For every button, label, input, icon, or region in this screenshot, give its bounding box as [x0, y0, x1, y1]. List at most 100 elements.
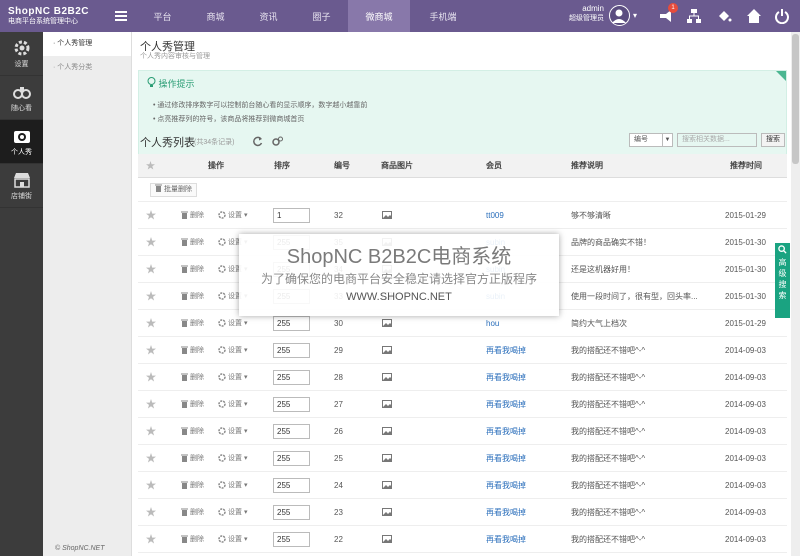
delete-button[interactable]: 删除 — [181, 283, 204, 309]
star-icon[interactable] — [146, 499, 156, 525]
user-info[interactable]: admin 超级管理员 — [560, 4, 604, 24]
image-icon[interactable] — [382, 202, 392, 228]
settings-dropdown[interactable]: 设置▾ — [218, 499, 248, 525]
star-icon[interactable] — [146, 256, 156, 282]
star-icon[interactable] — [146, 229, 156, 255]
paint-bucket-icon[interactable] — [716, 8, 732, 24]
image-icon[interactable] — [382, 499, 392, 525]
power-icon[interactable] — [774, 8, 790, 25]
delete-button[interactable]: 删除 — [181, 364, 204, 390]
delete-button[interactable]: 删除 — [181, 391, 204, 417]
settings-dropdown[interactable]: 设置▾ — [218, 391, 248, 417]
delete-button[interactable]: 删除 — [181, 418, 204, 444]
sort-input[interactable]: 255 — [273, 423, 310, 439]
subnav-item-category[interactable]: · 个人秀分类 — [43, 56, 131, 80]
member-link[interactable]: 再看我喝掉 — [486, 364, 526, 390]
sort-input[interactable]: 255 — [273, 504, 310, 520]
nav-platform[interactable]: 平台 — [136, 0, 189, 32]
image-icon[interactable] — [382, 418, 392, 444]
sort-input[interactable]: 255 — [273, 531, 310, 547]
sort-input[interactable]: 255 — [273, 450, 310, 466]
member-link[interactable]: 再看我喝掉 — [486, 418, 526, 444]
settings-dropdown[interactable]: 设置▾ — [218, 202, 248, 228]
home-icon[interactable] — [746, 8, 762, 24]
delete-button[interactable]: 删除 — [181, 499, 204, 525]
list-title: 个人秀列表 — [140, 137, 195, 149]
star-icon[interactable] — [146, 391, 156, 417]
menu-toggle-icon[interactable] — [106, 11, 136, 21]
sort-cell: 255 — [273, 364, 310, 390]
search-button[interactable]: 搜索 — [761, 133, 785, 147]
delete-button[interactable]: 删除 — [181, 256, 204, 282]
member-link[interactable]: 再看我喝掉 — [486, 499, 526, 525]
image-icon[interactable] — [382, 472, 392, 498]
sort-input[interactable]: 255 — [273, 342, 310, 358]
sort-input[interactable]: 255 — [273, 477, 310, 493]
member-link[interactable]: 再看我喝掉 — [486, 472, 526, 498]
refresh-icon[interactable] — [252, 136, 263, 147]
show-table: 操作 排序 编号 商品图片 会员 推荐说明 推荐时间 批量删除 删除 设置 ▾ 1 32… — [138, 154, 787, 553]
sidebar-item-personal-show[interactable]: 个人秀 — [0, 120, 43, 164]
delete-button[interactable]: 删除 — [181, 526, 204, 552]
settings-dropdown[interactable]: 设置▾ — [218, 418, 248, 444]
star-icon[interactable] — [146, 364, 156, 390]
sitemap-icon[interactable] — [686, 8, 702, 24]
subnav-item-manage[interactable]: · 个人秀管理 — [43, 32, 131, 56]
member-link[interactable]: 再看我喝掉 — [486, 445, 526, 471]
nav-circle[interactable]: 圈子 — [295, 0, 348, 32]
star-icon[interactable] — [146, 445, 156, 471]
settings-dropdown[interactable]: 设置▾ — [218, 364, 248, 390]
sidebar-item-store-street[interactable]: 店铺街 — [0, 164, 43, 208]
delete-button[interactable]: 删除 — [181, 472, 204, 498]
filter-select[interactable]: 编号 ▼ — [629, 133, 673, 147]
member-link[interactable]: 再看我喝掉 — [486, 391, 526, 417]
star-icon[interactable] — [146, 526, 156, 552]
member-link[interactable]: 再看我喝掉 — [486, 337, 526, 363]
nav-mall[interactable]: 商城 — [189, 0, 242, 32]
time-cell: 2014-09-03 — [725, 372, 766, 382]
delete-button[interactable]: 删除 — [181, 310, 204, 336]
scrollbar-thumb[interactable] — [792, 34, 799, 164]
settings-dropdown[interactable]: 设置▾ — [218, 472, 248, 498]
star-icon[interactable] — [146, 202, 156, 228]
image-icon[interactable] — [382, 391, 392, 417]
avatar[interactable] — [609, 5, 630, 26]
settings-gears-icon[interactable] — [272, 136, 283, 147]
nav-micro-mall[interactable]: 微商城 — [348, 0, 410, 32]
settings-dropdown[interactable]: 设置▾ — [218, 337, 248, 363]
image-icon[interactable] — [382, 337, 392, 363]
sidebar-item-browse[interactable]: 随心看 — [0, 76, 43, 120]
delete-button[interactable]: 删除 — [181, 337, 204, 363]
member-link[interactable]: tt009 — [486, 202, 504, 228]
scrollbar[interactable] — [791, 32, 800, 556]
delete-button[interactable]: 删除 — [181, 202, 204, 228]
settings-dropdown[interactable]: 设置▾ — [218, 445, 248, 471]
sidebar-item-settings[interactable]: 设置 — [0, 32, 43, 76]
image-icon[interactable] — [382, 526, 392, 552]
chevron-down-icon[interactable]: ▾ — [633, 11, 637, 20]
member-link[interactable]: 再看我喝掉 — [486, 526, 526, 552]
star-icon[interactable] — [146, 472, 156, 498]
col-header: 编号 — [334, 161, 350, 170]
sort-input[interactable]: 1 — [273, 207, 310, 223]
search-input[interactable]: 搜索相关数据... — [677, 133, 757, 147]
delete-button[interactable]: 删除 — [181, 229, 204, 255]
description-cell: 我的搭配还不错吧^-^ — [571, 345, 646, 355]
collapse-tips-icon[interactable] — [776, 71, 786, 81]
star-icon[interactable] — [146, 310, 156, 336]
image-icon[interactable] — [382, 445, 392, 471]
delete-button[interactable]: 删除 — [181, 445, 204, 471]
star-icon[interactable] — [146, 283, 156, 309]
star-icon[interactable] — [146, 337, 156, 363]
nav-mobile[interactable]: 手机端 — [410, 0, 476, 32]
trash-icon — [181, 238, 188, 246]
settings-dropdown[interactable]: 设置▾ — [218, 526, 248, 552]
advanced-search-tab[interactable]: 高级搜索 — [775, 243, 790, 318]
sort-input[interactable]: 255 — [273, 369, 310, 385]
nav-news[interactable]: 资讯 — [242, 0, 295, 32]
batch-delete-button[interactable]: 批量删除 — [150, 183, 197, 197]
sort-input[interactable]: 255 — [273, 396, 310, 412]
star-icon[interactable] — [146, 418, 156, 444]
image-icon[interactable] — [382, 364, 392, 390]
sort-input[interactable]: 255 — [273, 315, 310, 331]
